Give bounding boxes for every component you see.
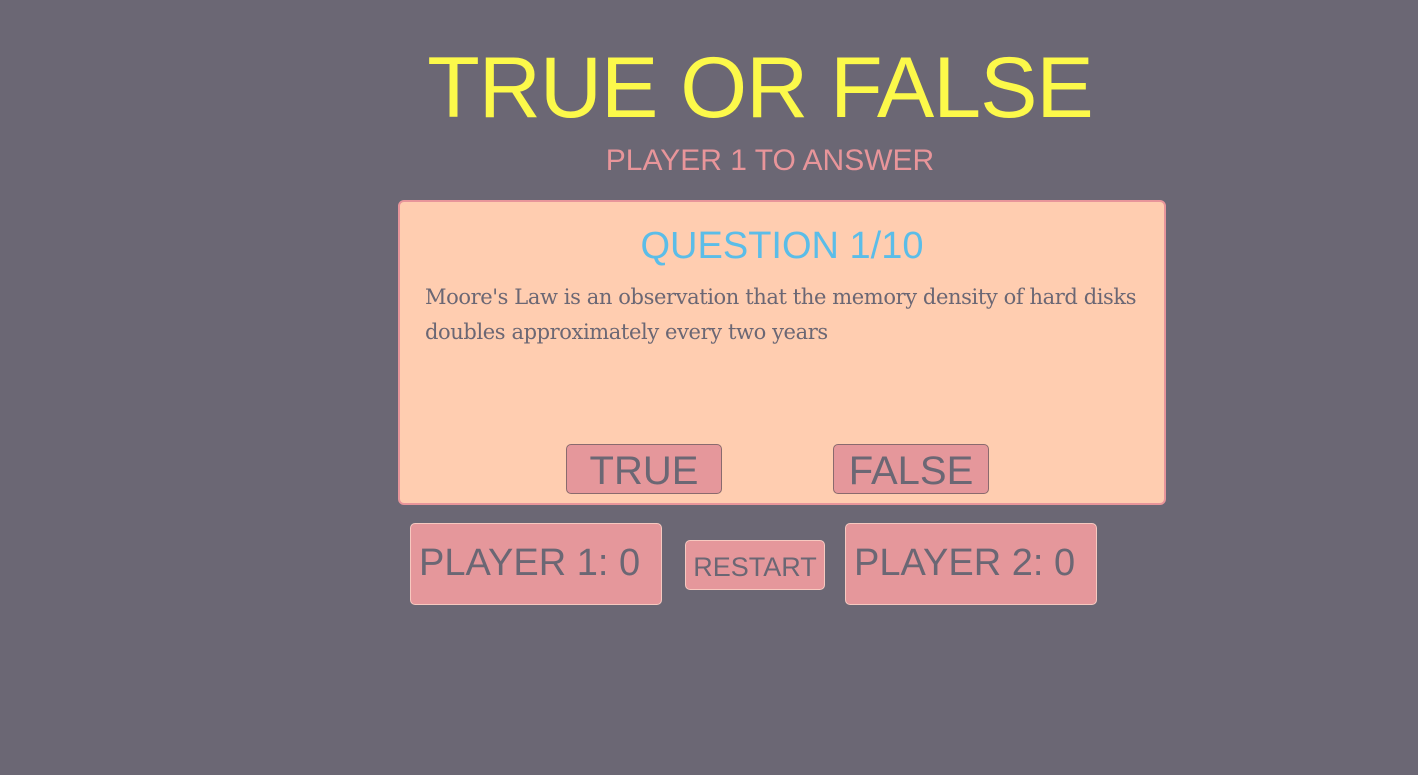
game-title: TRUE OR FALSE: [427, 40, 1094, 136]
player2-score: PLAYER 2: 0: [845, 523, 1097, 605]
question-counter: QUESTION 1/10: [640, 225, 924, 267]
player1-score: PLAYER 1: 0: [410, 523, 662, 605]
turn-status: PLAYER 1 TO ANSWER: [605, 144, 935, 177]
question-text: Moore's Law is an observation that the m…: [425, 285, 1137, 344]
true-button[interactable]: TRUE: [566, 444, 722, 494]
restart-button[interactable]: RESTART: [685, 540, 825, 590]
question-card: QUESTION 1/10 Moore's Law is an observat…: [398, 200, 1166, 505]
false-button[interactable]: FALSE: [833, 444, 989, 494]
